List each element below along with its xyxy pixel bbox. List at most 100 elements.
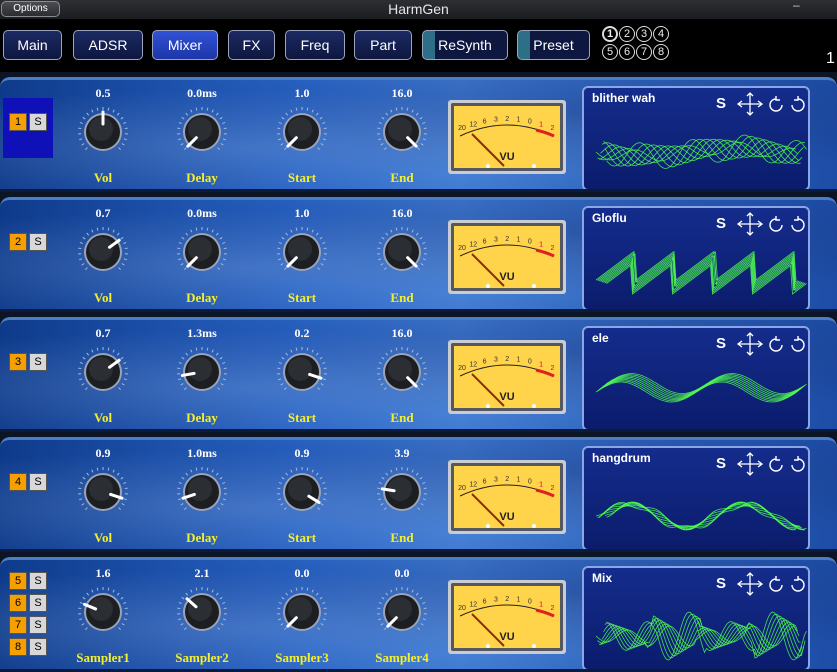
delay-knob[interactable]: [175, 345, 229, 399]
end-knob[interactable]: [375, 225, 429, 279]
start-knob[interactable]: [275, 465, 329, 519]
rotate-right-icon[interactable]: [792, 456, 804, 471]
sampler3-knob[interactable]: [275, 585, 329, 639]
preset-toggle[interactable]: Preset: [517, 30, 590, 60]
sampler4-knob[interactable]: [375, 585, 429, 639]
rotate-right-icon[interactable]: [792, 576, 804, 591]
knob-value: 0.2: [267, 326, 337, 341]
move-arrows-icon[interactable]: [738, 573, 762, 595]
part-8-button[interactable]: 8: [9, 638, 27, 656]
delay-knob[interactable]: [175, 225, 229, 279]
knob-value: 0.9: [267, 446, 337, 461]
minimize-button[interactable]: –: [793, 0, 800, 12]
knob-label: Vol: [63, 410, 143, 426]
rotate-left-icon[interactable]: [770, 456, 782, 471]
preset-slot-5[interactable]: 5: [602, 44, 618, 60]
vol-knob[interactable]: [76, 465, 130, 519]
part-6-solo-button[interactable]: S: [29, 594, 47, 612]
move-arrows-icon[interactable]: [738, 453, 762, 475]
tab-mixer[interactable]: Mixer: [152, 30, 218, 60]
vu-scale-tick: 3: [494, 117, 498, 124]
vu-scale-tick: 1: [517, 357, 521, 364]
preset-slot-6[interactable]: 6: [619, 44, 635, 60]
delay-knob[interactable]: [175, 105, 229, 159]
part-1-solo-button[interactable]: S: [29, 113, 47, 131]
knob-value: 1.0: [267, 86, 337, 101]
scope-title: ele: [592, 331, 609, 345]
waveform-scope: MixS: [582, 566, 810, 671]
start-knob[interactable]: [275, 345, 329, 399]
move-arrows-icon[interactable]: [738, 93, 762, 115]
vu-scale-tick: 1: [517, 477, 521, 484]
part-7-solo-button[interactable]: S: [29, 616, 47, 634]
part-5-button[interactable]: 5: [9, 572, 27, 590]
vu-scale-tick: 3: [494, 237, 498, 244]
move-arrows-icon[interactable]: [738, 213, 762, 235]
rotate-left-icon[interactable]: [770, 336, 782, 351]
part-4-solo-button[interactable]: S: [29, 473, 47, 491]
scope-controls: [734, 571, 806, 597]
scope-solo-button[interactable]: S: [716, 215, 726, 232]
vu-scale-tick: 20: [458, 605, 466, 612]
part-1-button[interactable]: 1: [9, 113, 27, 131]
scope-solo-button[interactable]: S: [716, 95, 726, 112]
vol-knob[interactable]: [76, 225, 130, 279]
vol-knob[interactable]: [76, 345, 130, 399]
part-4-button[interactable]: 4: [9, 473, 27, 491]
part-3-solo-button[interactable]: S: [29, 353, 47, 371]
tab-part[interactable]: Part: [354, 30, 412, 60]
vu-scale-tick: 1: [517, 597, 521, 604]
vu-scale-tick: 1: [539, 362, 543, 369]
knob-value: 0.9: [68, 446, 138, 461]
preset-slot-2[interactable]: 2: [619, 26, 635, 42]
part-5-solo-button[interactable]: S: [29, 572, 47, 590]
part-2-button[interactable]: 2: [9, 233, 27, 251]
resynth-toggle[interactable]: ReSynth: [422, 30, 508, 60]
rotate-left-icon[interactable]: [770, 96, 782, 111]
tab-freq[interactable]: Freq: [285, 30, 345, 60]
preset-slot-4[interactable]: 4: [653, 26, 669, 42]
vu-scale-tick: 2: [550, 605, 554, 612]
part-8-solo-button[interactable]: S: [29, 638, 47, 656]
preset-slot-7[interactable]: 7: [636, 44, 652, 60]
part-2-solo-button[interactable]: S: [29, 233, 47, 251]
rotate-right-icon[interactable]: [792, 336, 804, 351]
vu-scale-tick: 2: [505, 356, 509, 363]
delay-knob[interactable]: [175, 465, 229, 519]
tab-label: Part: [370, 37, 396, 53]
vu-label: VU: [499, 391, 514, 403]
vol-knob[interactable]: [76, 105, 130, 159]
knob-value: 0.0ms: [167, 86, 237, 101]
knob-value: 0.0: [367, 566, 437, 581]
sampler1-knob[interactable]: [76, 585, 130, 639]
end-knob[interactable]: [375, 465, 429, 519]
scope-solo-button[interactable]: S: [716, 455, 726, 472]
start-knob[interactable]: [275, 225, 329, 279]
rotate-right-icon[interactable]: [792, 216, 804, 231]
scope-solo-button[interactable]: S: [716, 335, 726, 352]
vu-scale-tick: 0: [528, 359, 532, 366]
sampler2-knob[interactable]: [175, 585, 229, 639]
rotate-left-icon[interactable]: [770, 216, 782, 231]
vu-scale-tick: 12: [469, 482, 477, 489]
rotate-right-icon[interactable]: [792, 96, 804, 111]
move-arrows-icon[interactable]: [738, 333, 762, 355]
knob-label: Delay: [162, 530, 242, 546]
preset-slot-1[interactable]: 1: [602, 26, 618, 42]
tab-fx[interactable]: FX: [228, 30, 275, 60]
knob-value: 0.7: [68, 326, 138, 341]
start-knob[interactable]: [275, 105, 329, 159]
preset-slot-8[interactable]: 8: [653, 44, 669, 60]
tab-adsr[interactable]: ADSR: [73, 30, 143, 60]
vu-scale-tick: 12: [469, 362, 477, 369]
rotate-left-icon[interactable]: [770, 576, 782, 591]
end-knob[interactable]: [375, 105, 429, 159]
end-knob[interactable]: [375, 345, 429, 399]
part-6-button[interactable]: 6: [9, 594, 27, 612]
vu-meter: 20126321012VU: [448, 580, 566, 654]
part-7-button[interactable]: 7: [9, 616, 27, 634]
part-3-button[interactable]: 3: [9, 353, 27, 371]
tab-main[interactable]: Main: [3, 30, 62, 60]
scope-solo-button[interactable]: S: [716, 575, 726, 592]
preset-slot-3[interactable]: 3: [636, 26, 652, 42]
